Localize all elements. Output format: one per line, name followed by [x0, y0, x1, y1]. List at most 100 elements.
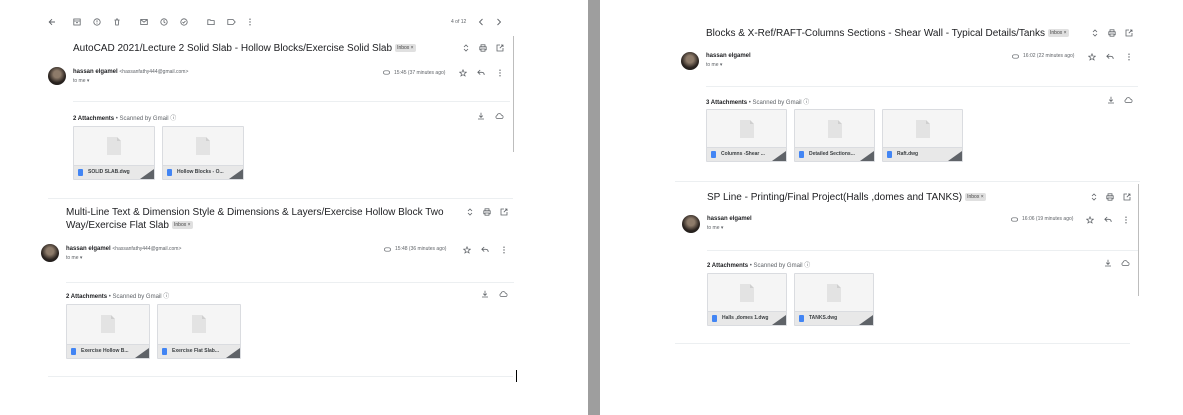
sender-name-text: hassan elgamel	[706, 53, 751, 59]
open-new-window-icon[interactable]	[495, 43, 504, 52]
star-icon[interactable]	[462, 245, 471, 254]
add-task-icon[interactable]	[179, 17, 189, 27]
star-icon[interactable]	[1085, 215, 1094, 224]
reply-icon[interactable]	[476, 68, 485, 77]
open-new-window-icon[interactable]	[1124, 28, 1133, 37]
add-to-drive-icon[interactable]	[499, 289, 508, 298]
archive-icon[interactable]	[72, 17, 82, 27]
star-icon[interactable]	[458, 68, 467, 77]
thread-divider	[675, 343, 1130, 344]
subject-text: SP Line - Printing/Final Project(Halls ,…	[707, 192, 963, 203]
recipient-details[interactable]: to me ▾	[73, 78, 89, 84]
scrollbar[interactable]	[513, 36, 514, 152]
expand-all-icon[interactable]	[1089, 192, 1098, 201]
sender-email: <hassanfathy444@gmail.com>	[112, 246, 182, 252]
download-all-icon[interactable]	[476, 111, 485, 120]
recipient-details[interactable]: to me ▾	[706, 62, 722, 68]
attachment-card[interactable]: Detailed Sections...	[794, 109, 875, 162]
scanned-by-gmail: • Scanned by Gmail ⓘ	[114, 116, 177, 122]
reply-icon[interactable]	[1105, 52, 1114, 61]
print-icon[interactable]	[1107, 28, 1116, 37]
subject-text: Blocks & X-Ref/RAFT-Columns Sections - S…	[706, 28, 1045, 39]
print-icon[interactable]	[482, 207, 491, 216]
sender-email: <hassanfathy444@gmail.com>	[119, 69, 189, 75]
file-preview-icon	[827, 120, 842, 138]
more-vert-icon[interactable]	[245, 17, 255, 27]
open-new-window-icon[interactable]	[499, 207, 508, 216]
attachment-clip-icon	[384, 246, 391, 252]
timestamp: 16:06 (19 minutes ago)	[1022, 216, 1074, 222]
more-vert-icon[interactable]	[1121, 215, 1130, 224]
print-icon[interactable]	[1105, 192, 1114, 201]
scrollbar[interactable]	[1138, 184, 1139, 296]
attachment-card[interactable]: Hollow Blocks - O...	[162, 126, 244, 180]
add-to-drive-icon[interactable]	[1121, 258, 1130, 267]
attachment-card[interactable]: Columns -Shear ...	[706, 109, 787, 162]
email-subject: SP Line - Printing/Final Project(Halls ,…	[707, 191, 986, 204]
inbox-label-badge[interactable]: Inbox ×	[395, 44, 416, 52]
download-all-icon[interactable]	[1103, 258, 1112, 267]
more-vert-icon[interactable]	[1124, 52, 1133, 61]
avatar[interactable]	[682, 215, 700, 233]
inbox-label-badge[interactable]: Inbox ×	[1048, 29, 1069, 37]
sender-name[interactable]: hassan elgamel <hassanfathy444@gmail.com…	[66, 246, 181, 252]
attachment-clip-icon	[1012, 53, 1019, 59]
file-type-icon	[71, 348, 76, 355]
attachment-card[interactable]: SOLID SLAB.dwg	[73, 126, 155, 180]
attachments-count: 2 Attachments	[707, 263, 749, 269]
reply-icon[interactable]	[1103, 215, 1112, 224]
download-all-icon[interactable]	[1106, 95, 1115, 104]
sender-name[interactable]: hassan elgamel <hassanfathy444@gmail.com…	[73, 69, 188, 75]
print-icon[interactable]	[478, 43, 487, 52]
expand-all-icon[interactable]	[465, 207, 474, 216]
recipient-details[interactable]: to me ▾	[707, 225, 723, 231]
attachment-filename: Columns -Shear ...	[721, 151, 765, 157]
sender-name-text: hassan elgamel	[66, 246, 111, 252]
attachment-card[interactable]: Halls ,domes 1.dwg	[707, 273, 787, 326]
thread-divider	[48, 198, 513, 199]
file-type-icon	[162, 348, 167, 355]
more-vert-icon[interactable]	[499, 245, 508, 254]
mark-unread-icon[interactable]	[139, 17, 149, 27]
attachment-card[interactable]: Exercise Hollow B...	[66, 304, 150, 359]
page-curl	[772, 151, 786, 161]
open-new-window-icon[interactable]	[1122, 192, 1131, 201]
recipient-details[interactable]: to me ▾	[66, 255, 82, 261]
file-type-icon	[167, 169, 172, 176]
sender-name[interactable]: hassan elgamel	[706, 53, 751, 59]
reply-icon[interactable]	[480, 245, 489, 254]
move-to-icon[interactable]	[206, 17, 216, 27]
page-curl	[859, 315, 873, 325]
inbox-label-badge[interactable]: Inbox ×	[965, 193, 986, 201]
newer-chevron-icon[interactable]	[476, 17, 486, 27]
attachment-card[interactable]: Exercise Flat Slab...	[157, 304, 241, 359]
label-icon[interactable]	[226, 17, 236, 27]
report-spam-icon[interactable]	[92, 17, 102, 27]
delete-icon[interactable]	[112, 17, 122, 27]
sender-name-text: hassan elgamel	[73, 69, 118, 75]
attachment-filename: Hollow Blocks - O...	[177, 169, 224, 175]
split-view-divider[interactable]	[588, 0, 600, 415]
expand-all-icon[interactable]	[461, 43, 470, 52]
attachment-card[interactable]: TANKS.dwg	[794, 273, 874, 326]
star-icon[interactable]	[1087, 52, 1096, 61]
sender-name[interactable]: hassan elgamel	[707, 216, 752, 222]
thread-divider	[675, 181, 1140, 182]
expand-all-icon[interactable]	[1090, 28, 1099, 37]
attachment-card[interactable]: Raft.dwg	[882, 109, 963, 162]
older-chevron-icon[interactable]	[494, 17, 504, 27]
attachment-filename: Exercise Flat Slab...	[172, 348, 219, 354]
snooze-icon[interactable]	[159, 17, 169, 27]
add-to-drive-icon[interactable]	[1124, 95, 1133, 104]
inbox-label-badge[interactable]: Inbox ×	[172, 221, 193, 229]
back-arrow-icon[interactable]	[47, 17, 57, 27]
attachment-filename: TANKS.dwg	[809, 315, 838, 321]
add-to-drive-icon[interactable]	[495, 111, 504, 120]
more-vert-icon[interactable]	[495, 68, 504, 77]
file-preview-icon	[740, 284, 754, 302]
avatar[interactable]	[48, 67, 66, 85]
avatar[interactable]	[681, 52, 699, 70]
download-all-icon[interactable]	[480, 289, 489, 298]
message-counter: 4 of 12	[451, 19, 467, 25]
avatar[interactable]	[41, 244, 59, 262]
